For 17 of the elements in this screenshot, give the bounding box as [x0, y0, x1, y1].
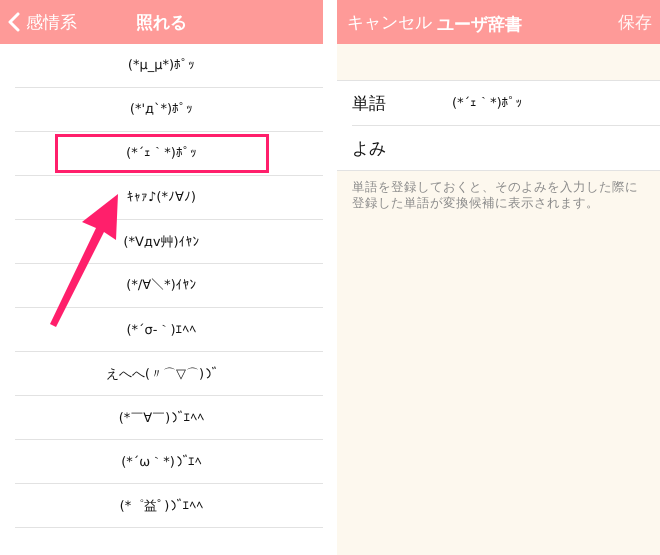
emoticon-item[interactable]: (*´σ-｀)ｴﾍﾍ: [54, 308, 268, 350]
emoticon-item[interactable]: ｷｬｧ♪(*ﾉ∀ﾉ): [54, 178, 268, 217]
emoticon-item[interactable]: (*μ_μ*)ﾎﾟｯ: [54, 46, 268, 85]
emoticon-item[interactable]: (*/∀＼*)ｲﾔﾝ: [54, 266, 268, 305]
emoticon-item[interactable]: えへへ(〃⌒▽⌒): [54, 352, 268, 394]
emoticon-item[interactable]: (*´ω｀*) ｴﾍ: [54, 440, 268, 482]
input-field[interactable]: (*´ｪ｀*)ﾎﾟｯ: [452, 96, 642, 110]
emoticon-item[interactable]: (*'д`*)ﾎﾟｯ: [54, 90, 268, 129]
field-label: 単語: [352, 92, 387, 114]
help-text: 単語を登録しておくと、そのよみを入力した際に登録した単語が変換候補に表示されます。: [352, 179, 639, 211]
emoticon-item[interactable]: (*゜益ﾟ) ｴﾍﾍ: [54, 484, 268, 526]
emoticon-item[interactable]: (*￣∀￣) ｴﾍﾍ: [54, 396, 268, 438]
emoticon-item[interactable]: (*´ｪ｀*)ﾎﾟｯ: [54, 134, 268, 173]
emoticon-item[interactable]: (*Vдv艸)ｲﾔﾝ: [54, 220, 268, 262]
field-label: よみ: [352, 138, 387, 160]
screen-title: 照れる: [136, 12, 187, 34]
screen-title: ユーザ辞書: [437, 14, 522, 36]
